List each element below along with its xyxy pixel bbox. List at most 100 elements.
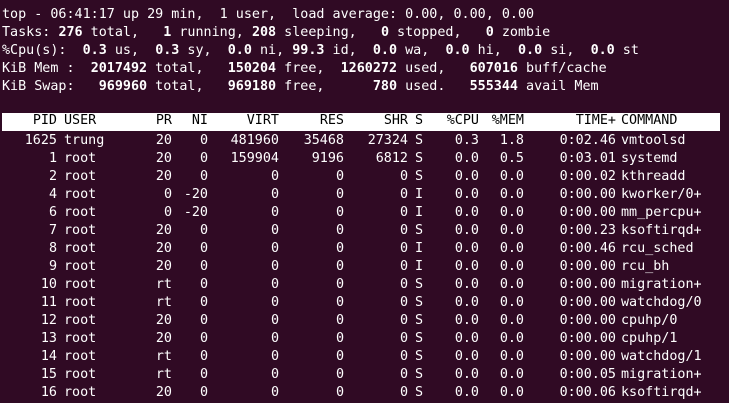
cell-virt: 0 [270,223,279,238]
cell-cpu: 0.0 [454,151,479,166]
cell-command: vmtoolsd [621,133,686,148]
cell-ni: 0 [199,349,208,364]
column-header-pr[interactable]: PR [156,113,172,128]
cell-virt: 0 [270,295,279,310]
cell-command: migration+ [621,367,702,382]
cell-shr: 0 [399,187,408,202]
column-header-command[interactable]: COMMAND [621,113,677,128]
cell-pr: rt [155,277,172,292]
table-row[interactable]: 7 root 20 0 0 0 0 S 0.0 0.0 0:00.23 ksoftirqd+ [2,222,720,240]
cell-cpu: 0.0 [454,295,479,310]
column-header-user[interactable]: USER [64,113,96,128]
cell-command: rcu_bh [621,259,670,274]
table-row[interactable]: 6 root 0 -20 0 0 0 I 0.0 0.0 0:00.00 mm_percpu+ [2,204,720,222]
column-header-state[interactable]: S [415,113,423,128]
table-row[interactable]: 13 root 20 0 0 0 0 S 0.0 0.0 0:00.00 cpuhp/1 [2,330,720,348]
cell-cpu: 0.0 [454,169,479,184]
table-row[interactable]: 11 root rt 0 0 0 0 S 0.0 0.0 0:00.00 watchdog/0 [2,294,720,312]
cell-mem: 0.0 [499,277,524,292]
cpu-id: 99.3 [292,43,325,58]
mem-used-label: used, [397,61,470,76]
cell-time: 0:00.05 [559,367,616,382]
table-row[interactable]: 12 root 20 0 0 0 0 S 0.0 0.0 0:00.00 cpuhp/0 [2,312,720,330]
cell-user: root [64,277,97,292]
cell-command: cpuhp/0 [621,313,678,328]
column-header-cpu[interactable]: %CPU [447,113,479,128]
mem-cache-label: buff/cache [518,61,607,76]
cell-cpu: 0.0 [454,331,479,346]
cell-mem: 0.0 [499,169,524,184]
column-header-time[interactable]: TIME+ [576,113,616,128]
table-row[interactable]: 10 root rt 0 0 0 0 S 0.0 0.0 0:00.00 migration+ [2,276,720,294]
cell-cpu: 0.0 [454,259,479,274]
cell-virt: 159904 [230,151,279,166]
cell-shr: 0 [399,313,408,328]
cell-command: systemd [621,151,678,166]
cell-pid: 10 [40,277,57,292]
cell-state: I [415,205,424,220]
cell-virt: 0 [270,205,279,220]
cell-res: 0 [335,313,344,328]
cell-res: 35468 [303,133,344,148]
table-row[interactable]: 1625 trung 20 0 481960 35468 27324 S 0.3 1.8 0:02.… [2,132,720,150]
table-row[interactable]: 4 root 0 -20 0 0 0 I 0.0 0.0 0:00.00 kworker/0+ [2,186,720,204]
column-header-shr[interactable]: SHR [384,113,408,128]
cell-shr: 27324 [367,133,408,148]
cell-mem: 0.0 [499,367,524,382]
swap-total: 969960 [98,79,148,94]
cell-time: 0:00.00 [559,187,616,202]
mem-free: 150204 [227,61,277,76]
cell-time: 0:00.00 [559,349,616,364]
column-header-pid[interactable]: PID [33,113,57,128]
column-header-virt[interactable]: VIRT [247,113,279,128]
cell-pr: 20 [155,259,172,274]
cell-state: S [415,295,424,310]
cell-virt: 0 [270,259,279,274]
cell-pr: rt [155,295,172,310]
summary-cpu-line: %Cpu(s): 0.3 us, 0.3 sy, 0.0 ni, 99.3 id… [2,42,639,60]
cell-state: I [415,187,424,202]
swap-total-label: total, [147,79,228,94]
table-row[interactable]: 8 root 20 0 0 0 0 I 0.0 0.0 0:00.46 rcu_sched [2,240,720,258]
cell-ni: 0 [199,331,208,346]
column-header-mem[interactable]: %MEM [492,113,524,128]
cell-mem: 1.8 [499,133,524,148]
summary-uptime-line: top - 06:41:17 up 29 min, 1 user, load a… [2,6,534,24]
cell-state: S [415,277,424,292]
column-header-res[interactable]: RES [320,113,344,128]
cpu-sy: 0.3 [155,43,180,58]
cell-res: 0 [335,205,344,220]
table-row[interactable]: 15 root rt 0 0 0 0 S 0.0 0.0 0:00.05 migration+ [2,366,720,384]
table-row[interactable]: 2 root 20 0 0 0 0 S 0.0 0.0 0:00.02 kthreadd [2,168,720,186]
cell-time: 0:00.00 [559,295,616,310]
cell-mem: 0.0 [499,349,524,364]
cell-virt: 481960 [230,133,279,148]
table-row[interactable]: 14 root rt 0 0 0 0 S 0.0 0.0 0:00.00 watchdog/1 [2,348,720,366]
cell-shr: 0 [399,205,408,220]
cell-shr: 0 [399,295,408,310]
tasks-running-label: running, [171,25,252,40]
terminal-window[interactable]: top - 06:41:17 up 29 min, 1 user, load a… [0,0,729,403]
cell-time: 0:00.00 [559,313,616,328]
table-row[interactable]: 9 root 20 0 0 0 0 I 0.0 0.0 0:00.00 rcu_bh [2,258,720,276]
cell-ni: -20 [183,187,208,202]
cell-time: 0:00.06 [559,385,616,400]
cell-shr: 0 [399,223,408,238]
mem-free-label: free, [276,61,341,76]
swap-used-label: used. [397,79,470,94]
cell-mem: 0.0 [499,205,524,220]
cell-res: 0 [335,295,344,310]
column-header-ni[interactable]: NI [192,113,208,128]
cell-user: root [64,259,97,274]
table-row[interactable]: 1 root 20 0 159904 9196 6812 S 0.0 0.5 0:03.01 syst… [2,150,720,168]
cpu-wa: 0.0 [372,43,398,58]
cell-state: I [415,259,424,274]
cell-res: 9196 [311,151,344,166]
table-row[interactable]: 16 root 20 0 0 0 0 S 0.0 0.0 0:00.06 ksoftirqd+ [2,384,720,402]
cpu-st: 0.0 [590,43,615,58]
cell-cpu: 0.0 [454,241,479,256]
cell-state: S [415,313,424,328]
cell-pr: 20 [155,223,172,238]
cell-command: watchdog/1 [621,349,702,364]
cell-ni: 0 [199,133,208,148]
